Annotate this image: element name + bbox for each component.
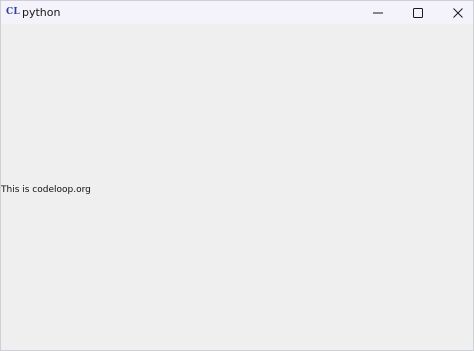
app-logo-icon: CL [6, 7, 20, 17]
codeloop-label: This is codeloop.org [1, 185, 91, 195]
close-button[interactable] [438, 1, 473, 24]
maximize-icon [413, 7, 423, 18]
minimize-icon [373, 12, 383, 13]
title-bar[interactable]: CL python [1, 1, 473, 24]
window-title: python [22, 6, 61, 19]
maximize-button[interactable] [398, 1, 438, 24]
window-content: This is codeloop.org [1, 24, 473, 350]
close-icon [453, 7, 463, 18]
app-window: CL python This is codeloop.org [0, 0, 474, 351]
minimize-button[interactable] [358, 1, 398, 24]
